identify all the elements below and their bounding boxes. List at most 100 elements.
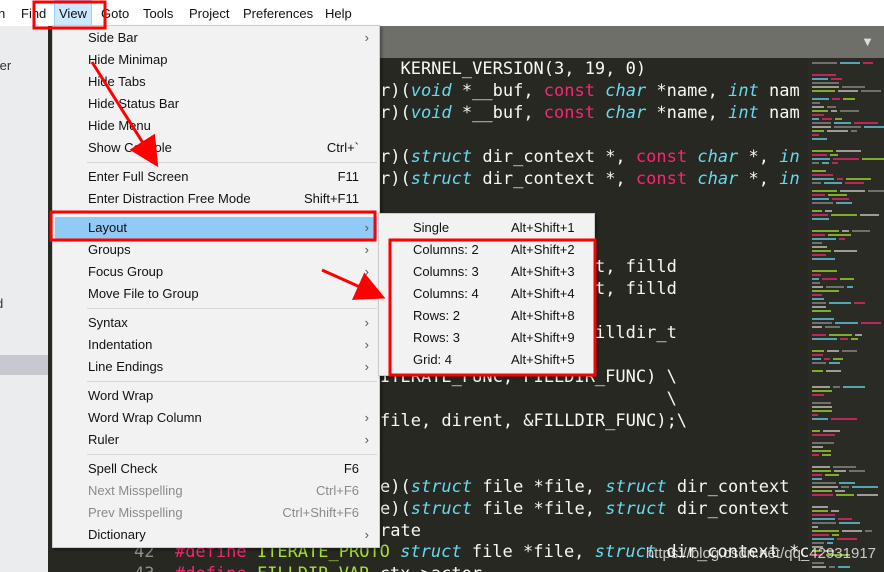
menu-item-prev-misspelling[interactable]: Prev Misspelling Ctrl+Shift+F6 bbox=[55, 502, 377, 524]
code-token: nam bbox=[759, 103, 800, 123]
menu-item-label: Hide Status Bar bbox=[88, 96, 179, 111]
minimap-line bbox=[812, 130, 824, 132]
minimap-line bbox=[833, 466, 856, 468]
menu-item-spell-check[interactable]: Spell Check F6 bbox=[55, 458, 377, 480]
chevron-right-icon: › bbox=[365, 334, 369, 356]
minimap-line bbox=[832, 534, 839, 536]
menu-tools[interactable]: Tools bbox=[139, 0, 177, 26]
menu-project[interactable]: Project bbox=[185, 0, 233, 26]
minimap-line bbox=[837, 538, 857, 540]
minimap-line bbox=[812, 158, 830, 160]
code-token: char bbox=[697, 147, 738, 167]
menu-view[interactable]: View bbox=[54, 0, 92, 26]
minimap-line bbox=[812, 74, 836, 76]
minimap-line bbox=[812, 390, 832, 392]
code-token: r)( bbox=[380, 81, 411, 101]
layout-option-columns-2[interactable]: Columns: 2 Alt+Shift+2 bbox=[381, 239, 592, 261]
layout-option-single[interactable]: Single Alt+Shift+1 bbox=[381, 217, 592, 239]
menu-item-word-wrap-column[interactable]: Word Wrap Column › bbox=[55, 407, 377, 429]
minimap-line bbox=[839, 238, 845, 240]
menu-item-focus-group[interactable]: Focus Group › bbox=[55, 261, 377, 283]
menu-item-ruler[interactable]: Ruler › bbox=[55, 429, 377, 451]
menu-item-indentation[interactable]: Indentation › bbox=[55, 334, 377, 356]
minimap-line bbox=[812, 78, 828, 80]
menu-goto[interactable]: Goto bbox=[97, 0, 133, 26]
minimap-line bbox=[812, 202, 833, 204]
minimap-line bbox=[812, 298, 824, 300]
layout-option-grid-4[interactable]: Grid: 4 Alt+Shift+5 bbox=[381, 349, 592, 371]
menu-item-label: Side Bar bbox=[88, 30, 138, 45]
menu-item-hide-menu[interactable]: Hide Menu bbox=[55, 115, 377, 137]
minimap-line bbox=[833, 358, 843, 360]
minimap-line bbox=[839, 482, 855, 484]
minimap-line bbox=[812, 194, 825, 196]
sidebar-item-label[interactable]: d bbox=[0, 296, 3, 311]
minimap-line bbox=[843, 98, 855, 100]
minimap-line bbox=[812, 198, 829, 200]
menu-item-show-console[interactable]: Show Console Ctrl+` bbox=[55, 137, 377, 159]
layout-option-columns-4[interactable]: Columns: 4 Alt+Shift+4 bbox=[381, 283, 592, 305]
minimap-line bbox=[832, 162, 838, 164]
minimap-line bbox=[826, 370, 841, 372]
minimap-line bbox=[862, 158, 884, 160]
minimap-line bbox=[851, 338, 858, 340]
minimap-line bbox=[812, 406, 832, 408]
menu-item-layout[interactable]: Layout › bbox=[55, 217, 377, 239]
code-token: dir_context bbox=[667, 477, 790, 497]
menu-item-next-misspelling[interactable]: Next Misspelling Ctrl+F6 bbox=[55, 480, 377, 502]
sidebar-selected-row[interactable] bbox=[0, 355, 48, 375]
menu-item-enter-distraction-free-mode[interactable]: Enter Distraction Free Mode Shift+F11 bbox=[55, 188, 377, 210]
menu-item-label: Indentation bbox=[88, 337, 152, 352]
code-token: e)( bbox=[380, 499, 411, 519]
minimap-line bbox=[824, 182, 842, 184]
menu-item-shortcut: F11 bbox=[338, 166, 359, 188]
tab-dropdown-icon[interactable]: ▼ bbox=[861, 34, 874, 49]
code-token: *, bbox=[738, 147, 779, 167]
menu-item-line-endings[interactable]: Line Endings › bbox=[55, 356, 377, 378]
minimap-line bbox=[812, 258, 835, 260]
menu-item-shortcut: Alt+Shift+5 bbox=[511, 349, 575, 371]
menu-item-side-bar[interactable]: Side Bar › bbox=[55, 27, 377, 49]
menu-find[interactable]: Find bbox=[17, 0, 50, 26]
menu-item-label: Show Console bbox=[88, 140, 172, 155]
menu-preferences[interactable]: Preferences bbox=[239, 0, 317, 26]
code-token: *name, bbox=[646, 81, 728, 101]
menu-item-syntax[interactable]: Syntax › bbox=[55, 312, 377, 334]
minimap-line bbox=[831, 78, 842, 80]
menu-item-groups[interactable]: Groups › bbox=[55, 239, 377, 261]
minimap-line bbox=[834, 470, 846, 472]
code-line: r)(struct dir_context *, const char *, i… bbox=[380, 168, 800, 190]
menu-item-label: Move File to Group bbox=[88, 286, 199, 301]
layout-option-rows-2[interactable]: Rows: 2 Alt+Shift+8 bbox=[381, 305, 592, 327]
minimap[interactable] bbox=[808, 58, 884, 572]
code-token: const bbox=[636, 169, 687, 189]
menu-item-label: Word Wrap Column bbox=[88, 410, 202, 425]
minimap-line bbox=[855, 334, 862, 336]
code-token: void bbox=[411, 103, 452, 123]
menu-n[interactable]: n bbox=[0, 0, 9, 26]
minimap-line bbox=[822, 162, 829, 164]
minimap-line bbox=[812, 530, 839, 532]
menu-item-move-file-to-group[interactable]: Move File to Group › bbox=[55, 283, 377, 305]
minimap-line bbox=[812, 182, 821, 184]
minimap-line bbox=[840, 62, 860, 64]
menu-item-enter-full-screen[interactable]: Enter Full Screen F11 bbox=[55, 166, 377, 188]
layout-option-columns-3[interactable]: Columns: 3 Alt+Shift+3 bbox=[381, 261, 592, 283]
minimap-line bbox=[812, 278, 819, 280]
layout-option-rows-3[interactable]: Rows: 3 Alt+Shift+9 bbox=[381, 327, 592, 349]
menu-item-hide-tabs[interactable]: Hide Tabs bbox=[55, 71, 377, 93]
menu-item-word-wrap[interactable]: Word Wrap bbox=[55, 385, 377, 407]
minimap-line bbox=[812, 102, 820, 104]
menu-item-hide-status-bar[interactable]: Hide Status Bar bbox=[55, 93, 377, 115]
minimap-line bbox=[835, 118, 842, 120]
chevron-right-icon: › bbox=[365, 239, 369, 261]
menu-separator bbox=[87, 213, 377, 214]
menu-help[interactable]: Help bbox=[321, 0, 356, 26]
code-token: dir_context *, bbox=[472, 147, 636, 167]
menu-item-label: Columns: 4 bbox=[413, 286, 479, 301]
sidebar-item-label[interactable]: ter bbox=[0, 58, 11, 73]
menu-item-hide-minimap[interactable]: Hide Minimap bbox=[55, 49, 377, 71]
menu-item-label: Line Endings bbox=[88, 359, 163, 374]
menu-item-shortcut: Alt+Shift+3 bbox=[511, 261, 575, 283]
menu-item-dictionary[interactable]: Dictionary › bbox=[55, 524, 377, 546]
